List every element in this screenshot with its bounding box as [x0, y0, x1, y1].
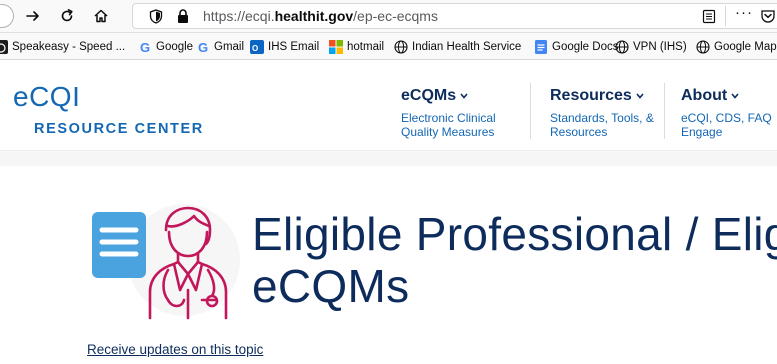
- nav-subtitle-line: Electronic Clinical: [401, 111, 496, 125]
- google-icon: G: [139, 39, 151, 55]
- nav-subtitle[interactable]: Electronic Clinical Quality Measures: [401, 111, 496, 139]
- chevron-down-icon: [731, 93, 739, 99]
- nav-divider: [664, 83, 665, 139]
- bookmark-item[interactable]: G Gmail: [196, 37, 244, 57]
- bookmark-item[interactable]: hotmail: [329, 37, 384, 57]
- nav-subtitle-line: Engage: [681, 125, 723, 139]
- url-domain: healthit.gov: [274, 8, 354, 24]
- forward-arrow-icon: [26, 11, 39, 21]
- bookmarks-bar: Speakeasy - Speed ... G Google G Gmail O…: [0, 33, 777, 60]
- reader-view-icon[interactable]: [702, 9, 716, 29]
- nav-subtitle[interactable]: Standards, Tools, & Resources: [550, 111, 654, 139]
- nav-title[interactable]: Resources: [550, 87, 654, 105]
- clinician-document-icon: [90, 196, 240, 320]
- bookmark-item[interactable]: Google Maps: [696, 37, 777, 57]
- reload-icon: [61, 9, 73, 22]
- page-title-line: eCQMs: [252, 260, 410, 312]
- svg-text:O: O: [252, 44, 258, 53]
- bookmark-item[interactable]: Indian Health Service: [394, 37, 521, 57]
- forward-button[interactable]: [22, 5, 44, 27]
- home-button[interactable]: [90, 5, 112, 27]
- nav-title-label: Resources: [550, 87, 632, 104]
- nav-subtitle-line: Quality Measures: [401, 125, 495, 139]
- bookmark-item[interactable]: Speakeasy - Speed ...: [0, 37, 125, 57]
- globe-icon: [615, 40, 629, 54]
- browser-toolbar: https://ecqi.healthit.gov/ep-ec-ecqms ··…: [0, 0, 777, 33]
- bookmark-item[interactable]: O IHS Email: [250, 37, 319, 57]
- bookmark-label: Speakeasy - Speed ...: [12, 41, 126, 53]
- site-logo[interactable]: eCQI: [13, 81, 80, 113]
- speedtest-icon: [0, 40, 8, 54]
- address-bar[interactable]: https://ecqi.healthit.gov/ep-ec-ecqms ··…: [132, 3, 777, 29]
- site-logo-subtitle[interactable]: RESOURCE CENTER: [34, 121, 204, 137]
- bookmark-label: Indian Health Service: [412, 41, 522, 53]
- nav-subtitle-line: Resources: [550, 125, 608, 139]
- pocket-icon[interactable]: [760, 8, 776, 29]
- site-header: eCQI RESOURCE CENTER eCQMs Electronic Cl…: [0, 61, 777, 151]
- nav-subtitle-line: eCQI, CDS, FAQ: [681, 111, 772, 125]
- nav-subtitle-line: Standards, Tools, &: [550, 111, 654, 125]
- home-icon: [94, 9, 108, 23]
- bookmark-label: Gmail: [214, 41, 245, 53]
- bookmark-item[interactable]: G Google: [138, 37, 193, 57]
- reload-button[interactable]: [56, 5, 78, 27]
- nav-title-label: About: [681, 87, 728, 104]
- nav-divider: [530, 83, 531, 139]
- chevron-down-icon: [460, 93, 468, 99]
- back-button[interactable]: [0, 4, 14, 28]
- bookmark-label: Google: [156, 41, 194, 53]
- tracking-shield-icon[interactable]: [149, 9, 163, 29]
- bookmark-label: Google Maps: [714, 41, 777, 53]
- bookmark-label: VPN (IHS): [633, 41, 687, 53]
- nav-title[interactable]: eCQMs: [401, 87, 496, 105]
- nav-ecqms[interactable]: eCQMs Electronic Clinical Quality Measur…: [401, 87, 496, 139]
- nav-resources[interactable]: Resources Standards, Tools, & Resources: [550, 87, 654, 139]
- bookmark-label: hotmail: [347, 41, 385, 53]
- lock-icon[interactable]: [177, 9, 189, 29]
- url-text[interactable]: https://ecqi.healthit.gov/ep-ec-ecqms: [203, 8, 438, 24]
- urlbar-divider: [725, 6, 726, 26]
- bookmark-label: Google Docs: [552, 41, 619, 53]
- globe-icon: [394, 40, 408, 54]
- bookmark-item[interactable]: Google Docs: [534, 37, 618, 57]
- google-icon: G: [197, 39, 209, 55]
- page-actions-icon[interactable]: ···: [735, 4, 753, 21]
- chevron-down-icon: [636, 93, 644, 99]
- outlook-icon: O: [250, 40, 264, 54]
- bookmark-label: IHS Email: [268, 41, 320, 53]
- url-path: /ep-ec-ecqms: [353, 8, 438, 24]
- page-title: Eligible Professional / Elig eCQMs: [252, 208, 777, 312]
- nav-title[interactable]: About: [681, 87, 772, 105]
- docs-icon: [534, 40, 548, 54]
- nav-subtitle[interactable]: eCQI, CDS, FAQ Engage: [681, 111, 772, 139]
- page-band: [0, 152, 777, 166]
- nav-title-label: eCQMs: [401, 87, 457, 104]
- page-title-line: Eligible Professional / Elig: [252, 208, 777, 260]
- receive-updates-link[interactable]: Receive updates on this topic: [87, 342, 263, 357]
- nav-about[interactable]: About eCQI, CDS, FAQ Engage: [681, 87, 772, 139]
- microsoft-icon: [329, 40, 343, 54]
- globe-icon: [696, 40, 710, 54]
- url-prefix: https://ecqi.: [203, 8, 275, 24]
- bookmark-item[interactable]: VPN (IHS): [615, 37, 687, 57]
